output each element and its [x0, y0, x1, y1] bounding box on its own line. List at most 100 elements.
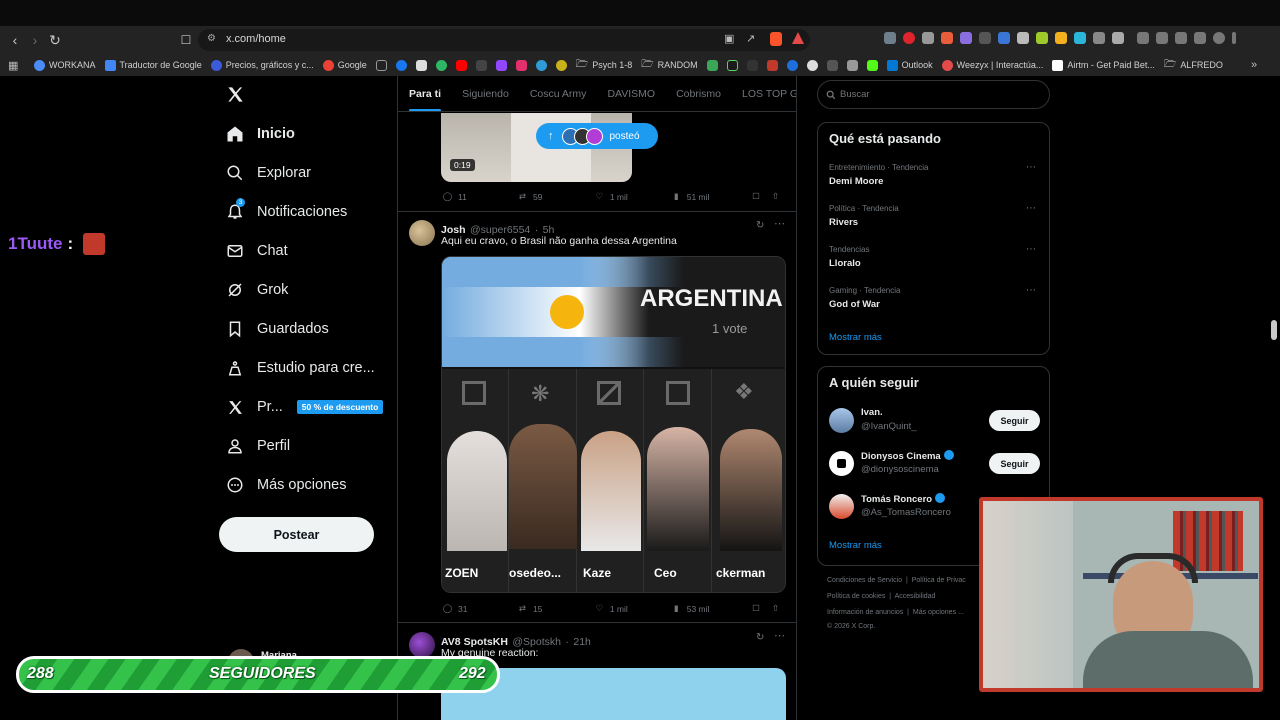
youtube-icon[interactable] — [455, 59, 467, 71]
show-more-link[interactable]: Mostrar más — [829, 540, 882, 551]
bookmark-item[interactable]: Google — [322, 59, 367, 71]
kick-icon[interactable] — [866, 59, 878, 71]
puzzle-icon[interactable] — [1137, 32, 1149, 44]
tab-cobrismo[interactable]: Cobrismo — [676, 76, 721, 111]
extension-icon[interactable] — [1017, 32, 1029, 44]
bookmark-icon[interactable] — [746, 59, 758, 71]
bookmark-tweet-button[interactable]: ☐ — [750, 602, 769, 615]
extension-icon[interactable] — [979, 32, 991, 44]
facebook-icon[interactable] — [395, 59, 407, 71]
bookmark-item[interactable]: WORKANA — [34, 59, 96, 71]
share-button[interactable]: ⇧ — [769, 190, 786, 203]
avatar[interactable] — [829, 408, 854, 433]
share-button[interactable]: ⇧ — [769, 602, 786, 615]
trend-name[interactable]: Demi Moore — [829, 176, 883, 187]
extension-icon[interactable] — [922, 32, 934, 44]
bookmark-icon[interactable] — [726, 59, 738, 71]
more-icon[interactable]: ⋯ — [1026, 162, 1037, 173]
repost-button[interactable]: ⇄ 59 — [516, 190, 593, 203]
post-button[interactable]: Postear — [219, 517, 374, 552]
bookmark-item[interactable]: Airtm - Get Paid Bet... — [1052, 59, 1155, 71]
bookmark-icon[interactable] — [766, 59, 778, 71]
more-bookmarks-icon[interactable]: » — [1251, 59, 1257, 71]
brave-shield-icon[interactable] — [770, 32, 782, 46]
tab-los-top[interactable]: LOS TOP GL — [742, 76, 796, 111]
grok-icon[interactable]: ↻ — [756, 220, 764, 231]
tab-siguiendo[interactable]: Siguiendo — [462, 76, 509, 111]
scrollbar-thumb[interactable] — [1271, 320, 1277, 340]
bookmark-tweet-button[interactable]: ☐ — [750, 190, 769, 203]
timestamp[interactable]: 21h — [573, 636, 591, 648]
tab-davismo[interactable]: DAVISMO — [607, 76, 655, 111]
twitch-icon[interactable] — [495, 59, 507, 71]
extension-icon[interactable] — [998, 32, 1010, 44]
grok-icon[interactable]: ↻ — [756, 632, 764, 643]
bookmark-item[interactable]: Traductor de Google — [104, 59, 202, 71]
like-button[interactable]: ♡ 1 mil — [593, 190, 670, 203]
bookmark-icon[interactable] — [826, 59, 838, 71]
search-box[interactable] — [817, 80, 1050, 109]
nav-item-studio[interactable]: Estudio para cre... — [226, 355, 375, 381]
avatar[interactable] — [409, 632, 435, 658]
site-settings-icon[interactable]: ⚙ — [207, 33, 216, 44]
sidebar-icon[interactable] — [1156, 32, 1168, 44]
follow-button[interactable]: Seguir — [989, 453, 1040, 474]
footer-link[interactable]: Más opciones ... — [913, 609, 964, 616]
more-icon[interactable]: ⋯ — [774, 217, 785, 230]
apps-icon[interactable]: ▦ — [8, 59, 18, 72]
like-button[interactable]: ♡ 1 mil — [593, 602, 670, 615]
bookmark-folder[interactable]: 🗁 Psych 1-8 — [576, 57, 632, 74]
nav-item-premium[interactable]: Pr... 50 % de descuento — [226, 394, 384, 420]
footer-link[interactable]: Política de Privac — [912, 577, 966, 584]
nav-item-explore[interactable]: Explorar — [226, 160, 311, 186]
reply-button[interactable]: ◯ 11 — [441, 190, 516, 203]
address-bar[interactable]: ⚙ x.com/home ▣ ↗ — [198, 29, 810, 51]
avatar[interactable] — [829, 494, 854, 519]
footer-link[interactable]: Información de anuncios — [827, 609, 903, 616]
x-icon[interactable] — [415, 59, 427, 71]
tab-para-ti[interactable]: Para ti — [409, 76, 442, 111]
tiktok-icon[interactable] — [375, 59, 387, 71]
views-button[interactable]: ▮ 53 mil — [670, 602, 750, 615]
footer-link[interactable]: Condiciones de Servicio — [827, 577, 902, 584]
reply-button[interactable]: ◯ 31 — [441, 602, 516, 615]
avatar[interactable] — [409, 220, 435, 246]
follow-name[interactable]: Dionysos Cinema — [861, 450, 954, 462]
bookmark-item[interactable]: Outlook — [886, 59, 933, 71]
show-more-link[interactable]: Mostrar más — [829, 332, 882, 343]
bookmark-icon[interactable] — [706, 59, 718, 71]
avatar[interactable] — [829, 451, 854, 476]
wallet-icon[interactable] — [1175, 32, 1187, 44]
forward-icon[interactable]: › — [25, 30, 45, 50]
extension-icon[interactable] — [1055, 32, 1067, 44]
nav-item-bookmarks[interactable]: Guardados — [226, 316, 329, 342]
trend-name[interactable]: Rivers — [829, 217, 858, 228]
extension-icon[interactable] — [941, 32, 953, 44]
extension-icon[interactable] — [1036, 32, 1048, 44]
bookmark-icon[interactable] — [806, 59, 818, 71]
bookmark-folder[interactable]: 🗁 ALFREDO — [1164, 57, 1223, 74]
bookmark-icon[interactable] — [786, 59, 798, 71]
extension-icon[interactable] — [884, 32, 896, 44]
nav-item-more[interactable]: Más opciones — [226, 472, 346, 498]
bookmark-icon[interactable] — [846, 59, 858, 71]
tweet-image[interactable]: ARGENTINA 1 vote ZOEN ❋ osedeo... Kaze C… — [441, 256, 786, 593]
follow-name[interactable]: Ivan. — [861, 407, 883, 418]
extension-icon[interactable] — [903, 32, 915, 44]
more-icon[interactable]: ⋯ — [1026, 285, 1037, 296]
bookmark-page-icon[interactable]: ☐ — [176, 30, 196, 50]
instagram-icon[interactable] — [515, 59, 527, 71]
cast-icon[interactable]: ▣ — [724, 32, 734, 45]
nav-item-profile[interactable]: Perfil — [226, 433, 290, 459]
tab-coscu-army[interactable]: Coscu Army — [530, 76, 587, 111]
share-icon[interactable]: ↗ — [746, 32, 755, 45]
more-icon[interactable]: ⋯ — [774, 629, 785, 642]
more-icon[interactable]: ⋯ — [1026, 203, 1037, 214]
nav-item-notifications[interactable]: 3 Notificaciones — [226, 198, 347, 225]
follow-button[interactable]: Seguir — [989, 410, 1040, 431]
bookmark-item[interactable]: Weezyx | Interactúa... — [941, 59, 1043, 71]
nav-item-chat[interactable]: Chat — [226, 238, 288, 264]
footer-link[interactable]: Accesibilidad — [895, 593, 936, 600]
repost-button[interactable]: ⇄ 15 — [516, 602, 593, 615]
bookmark-icon[interactable] — [475, 59, 487, 71]
